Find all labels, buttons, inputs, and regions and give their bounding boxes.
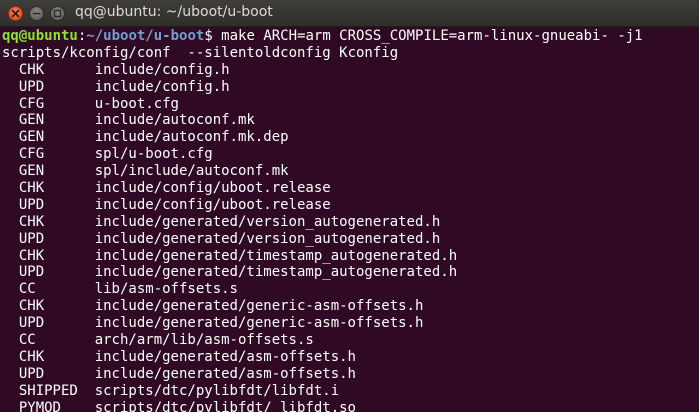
build-line: GEN spl/include/autoconf.mk: [2, 163, 699, 180]
build-step-tag: GEN: [18, 112, 45, 129]
build-step-tag: PYMOD: [18, 399, 61, 412]
maximize-button[interactable]: [50, 6, 65, 21]
build-step-file: scripts/dtc/pylibfdt/_libfdt.so: [94, 399, 356, 412]
build-step-tag: UPD: [18, 78, 45, 95]
title-bar[interactable]: qq@ubuntu: ~/uboot/u-boot: [0, 0, 699, 27]
build-output-list: CHK include/config.h UPD include/config.h CF…: [2, 62, 699, 412]
build-line: UPD include/generated/version_autogenerat…: [2, 231, 699, 248]
build-step-file: include/autoconf.mk: [94, 112, 255, 129]
build-step-file: scripts/dtc/pylibfdt/libfdt.i: [94, 382, 340, 399]
build-line: SHIPPED scripts/dtc/pylibfdt/libfdt.i: [2, 383, 699, 400]
build-line: UPD include/generated/timestamp_autogener…: [2, 264, 699, 281]
build-step-file: include/generated/asm-offsets.h: [94, 348, 356, 365]
build-line: CC lib/asm-offsets.s: [2, 281, 699, 298]
build-step-file: u-boot.cfg: [94, 95, 179, 112]
terminal-output[interactable]: qq@ubuntu:~/uboot/u-boot$ make ARCH=arm …: [0, 28, 699, 412]
build-step-file: include/config/uboot.release: [94, 196, 331, 213]
close-icon: [11, 9, 20, 18]
prompt-command: make ARCH=arm CROSS_COMPILE=arm-linux-gn…: [221, 28, 643, 44]
build-line: UPD include/config.h: [2, 79, 699, 96]
prompt-user-host: qq@ubuntu: [2, 28, 78, 44]
prompt-line: qq@ubuntu:~/uboot/u-boot$ make ARCH=arm …: [2, 28, 699, 45]
build-step-tag: GEN: [18, 163, 45, 180]
build-step-file: include/generated/generic-asm-offsets.h: [94, 315, 424, 332]
prompt-symbol: $: [204, 28, 222, 44]
build-step-file: arch/arm/lib/asm-offsets.s: [94, 332, 314, 349]
build-step-file: include/generated/generic-asm-offsets.h: [94, 298, 424, 315]
build-step-tag: UPD: [18, 264, 45, 281]
build-step-tag: UPD: [18, 315, 45, 332]
build-step-file: include/generated/timestamp_autogenerate…: [94, 247, 458, 264]
build-line: CFG u-boot.cfg: [2, 96, 699, 113]
build-line: CHK include/generated/version_autogenerat…: [2, 214, 699, 231]
build-step-tag: UPD: [18, 365, 45, 382]
build-step-file: include/generated/timestamp_autogenerate…: [94, 264, 458, 281]
build-line: CHK include/config/uboot.release: [2, 180, 699, 197]
build-step-tag: SHIPPED: [18, 382, 78, 399]
maximize-icon: [53, 9, 62, 18]
build-step-file: include/generated/asm-offsets.h: [94, 365, 356, 382]
build-line: CC arch/arm/lib/asm-offsets.s: [2, 332, 699, 349]
minimize-icon: [32, 12, 41, 15]
build-step-tag: CHK: [18, 247, 45, 264]
build-line: CHK include/generated/asm-offsets.h: [2, 349, 699, 366]
build-line: UPD include/config/uboot.release: [2, 197, 699, 214]
build-line: CHK include/config.h: [2, 62, 699, 79]
output-line: scripts/kconfig/conf --silentoldconfig K…: [2, 44, 399, 61]
build-step-file: include/config/uboot.release: [94, 180, 331, 197]
build-step-tag: CHK: [18, 298, 45, 315]
build-step-file: include/generated/version_autogenerated.…: [94, 230, 441, 247]
build-line: CHK include/generated/timestamp_autogener…: [2, 248, 699, 265]
prompt-path: ~/uboot/u-boot: [86, 28, 205, 44]
build-step-tag: CHK: [18, 213, 45, 230]
build-step-tag: CHK: [18, 61, 45, 78]
build-step-file: include/config.h: [94, 61, 230, 78]
build-line: UPD include/generated/asm-offsets.h: [2, 366, 699, 383]
minimize-button[interactable]: [29, 6, 44, 21]
build-line: GEN include/autoconf.mk: [2, 112, 699, 129]
build-line: CHK include/generated/generic-asm-offsets…: [2, 298, 699, 315]
build-step-file: lib/asm-offsets.s: [94, 281, 238, 298]
build-step-tag: CC: [18, 281, 36, 298]
terminal-window: qq@ubuntu: ~/uboot/u-boot qq@ubuntu:~/ub…: [0, 0, 699, 412]
build-line: GEN include/autoconf.mk.dep: [2, 129, 699, 146]
build-step-file: include/config.h: [94, 78, 230, 95]
build-line: PYMOD scripts/dtc/pylibfdt/_libfdt.so: [2, 400, 699, 412]
build-line: UPD include/generated/generic-asm-offsets…: [2, 315, 699, 332]
build-step-tag: CFG: [18, 146, 45, 163]
build-step-file: spl/include/autoconf.mk: [94, 163, 289, 180]
close-button[interactable]: [8, 6, 23, 21]
build-step-file: spl/u-boot.cfg: [94, 146, 213, 163]
build-step-tag: GEN: [18, 129, 45, 146]
build-step-tag: UPD: [18, 230, 45, 247]
build-step-file: include/autoconf.mk.dep: [94, 129, 289, 146]
build-step-tag: CHK: [18, 348, 45, 365]
build-step-tag: CC: [18, 332, 36, 349]
build-step-file: include/generated/version_autogenerated.…: [94, 213, 441, 230]
build-step-tag: UPD: [18, 196, 45, 213]
build-step-tag: CFG: [18, 95, 45, 112]
build-step-tag: CHK: [18, 180, 45, 197]
build-line: CFG spl/u-boot.cfg: [2, 146, 699, 163]
window-title: qq@ubuntu: ~/uboot/u-boot: [75, 4, 273, 20]
